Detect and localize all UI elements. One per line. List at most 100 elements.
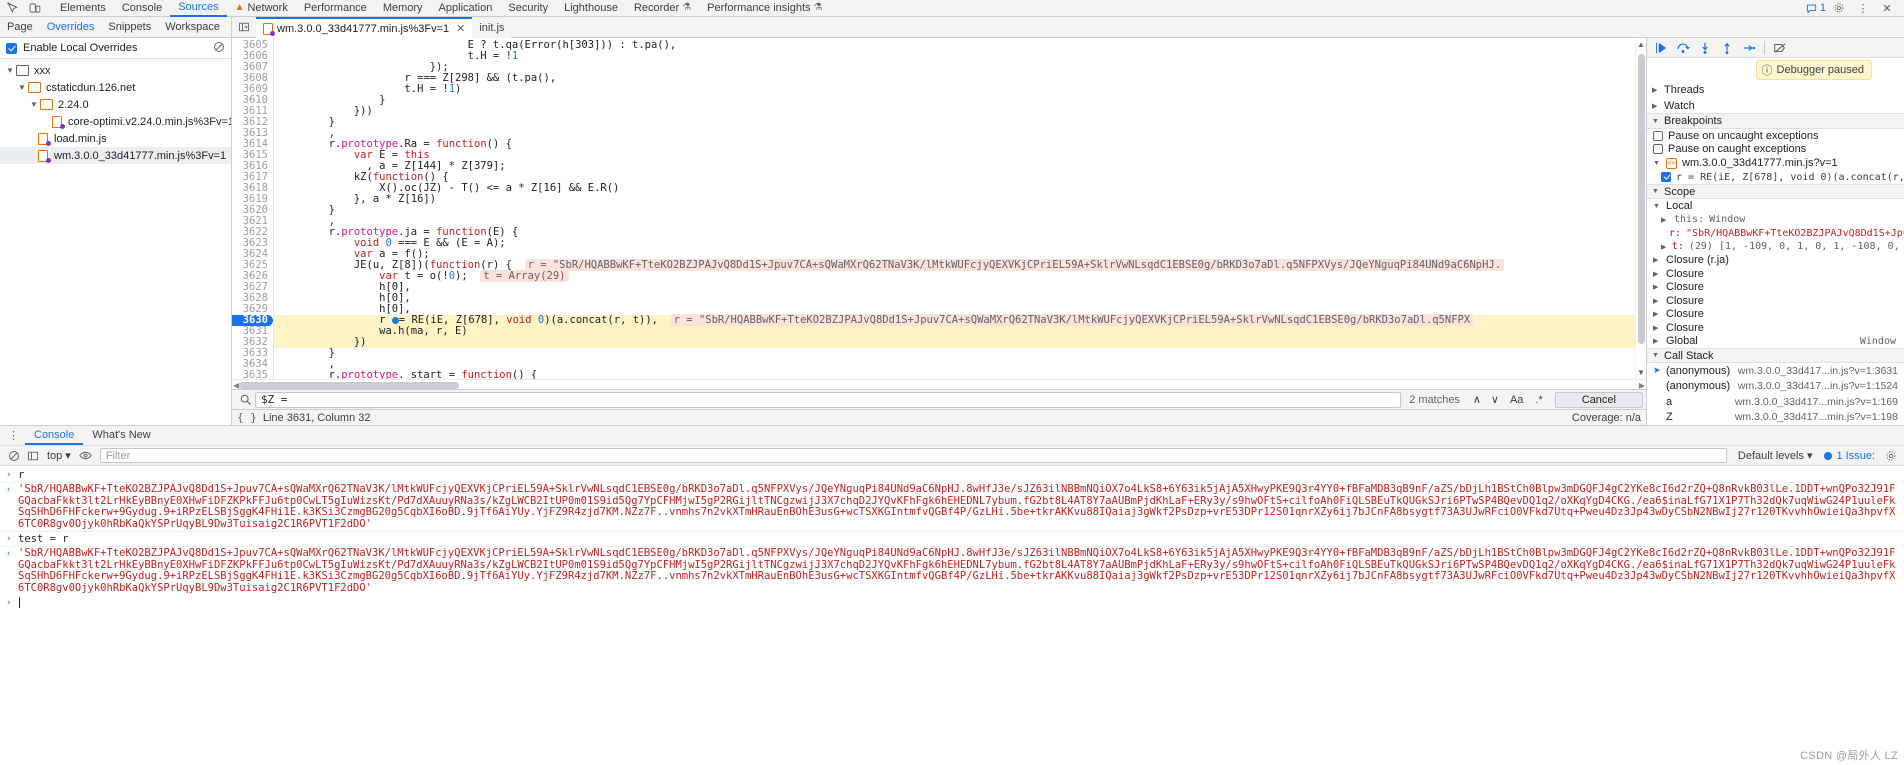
call-stack-frame[interactable]: a wm.3.0.0_33d417...min.js?v=1:169	[1647, 394, 1904, 409]
close-icon[interactable]: ✕	[456, 22, 465, 35]
code-line[interactable]: }, a * Z[16])	[274, 194, 1646, 205]
code-line[interactable]: h[0],	[274, 282, 1646, 293]
regex-toggle[interactable]: .*	[1529, 394, 1548, 406]
code-line[interactable]: r.prototype._start = function() {	[274, 370, 1646, 380]
step-out-button[interactable]	[1717, 39, 1737, 57]
scope-group-closure[interactable]: ▶ Closure	[1647, 280, 1904, 294]
tree-folder-2-24-0[interactable]: ▼ 2.24.0	[0, 96, 231, 113]
scope-prop-this[interactable]: ▶ this: Window	[1647, 213, 1904, 227]
pause-caught-checkbox[interactable]	[1653, 144, 1663, 155]
section-watch[interactable]: ▶ Watch	[1647, 97, 1904, 114]
console-settings-icon[interactable]	[1881, 447, 1900, 464]
scrollbar-thumb[interactable]	[239, 382, 459, 389]
code-line[interactable]: r = RE(iE, Z[678], void 0)(a.concat(r, t…	[274, 314, 1646, 326]
match-case-toggle[interactable]: Aa	[1504, 394, 1529, 406]
search-input[interactable]: $Z =	[255, 391, 1402, 408]
breakpoint-file-row[interactable]: ▼ <> wm.3.0.0_33d41777.min.js?v=1	[1647, 156, 1904, 170]
panel-tab-console[interactable]: Console	[114, 0, 170, 16]
console-message-badge[interactable]: 1	[1806, 2, 1826, 14]
live-expression-icon[interactable]	[76, 447, 95, 464]
subtab-page[interactable]: Page	[0, 17, 40, 37]
code-line[interactable]: r === Z[298] && (t.pa(),	[274, 73, 1646, 84]
drawer-tab-whats-new[interactable]: What's New	[83, 426, 159, 445]
enable-local-overrides-row[interactable]: Enable Local Overrides	[0, 38, 231, 59]
tree-folder-xxx[interactable]: ▼ xxx	[0, 62, 231, 79]
code-line[interactable]: }))	[274, 106, 1646, 117]
tree-file-wm-min-js[interactable]: wm.3.0.0_33d41777.min.js%3Fv=1	[0, 147, 231, 164]
code-line[interactable]: void 0 === E && (E = A);	[274, 238, 1646, 249]
panel-tab-sources[interactable]: Sources	[170, 0, 227, 17]
pause-on-uncaught-exceptions-row[interactable]: Pause on uncaught exceptions	[1647, 129, 1904, 143]
close-icon[interactable]: ✕	[1876, 1, 1898, 16]
drawer-tab-console[interactable]: Console	[25, 426, 84, 445]
cancel-search-button[interactable]: Cancel	[1554, 391, 1643, 408]
code-viewport[interactable]: 3605 3606 3607 3608 3609 3610 3611 3612 3613 3614…	[232, 38, 1646, 379]
search-prev-button[interactable]: ∧	[1468, 393, 1486, 406]
panel-tab-performance-insights[interactable]: Performance insights ⚗	[699, 0, 830, 16]
more-vertical-icon[interactable]: ⋮	[1852, 1, 1874, 16]
code-line[interactable]: }	[274, 117, 1646, 128]
tree-file-load-min-js[interactable]: load.min.js	[0, 130, 231, 147]
enable-local-overrides-checkbox[interactable]	[6, 42, 17, 54]
scroll-right-icon[interactable]: ▶	[1639, 381, 1645, 390]
execution-context-selector[interactable]: top ▾	[42, 449, 76, 463]
code-line[interactable]: }	[274, 205, 1646, 216]
scope-prop-r[interactable]: r: "SbR/HQABBwKF+TteKO2BZJPAJvQ8Dd1S+Jpu…	[1647, 226, 1904, 240]
scope-group-closure[interactable]: ▶ Closure	[1647, 267, 1904, 281]
code-line[interactable]: t.H = !1)	[274, 84, 1646, 95]
panel-tab-network[interactable]: ▲ Network	[227, 0, 296, 16]
show-navigator-icon[interactable]	[232, 17, 256, 37]
scrollbar-thumb[interactable]	[1638, 54, 1645, 344]
editor-vertical-scrollbar[interactable]: ▲ ▼	[1635, 38, 1646, 379]
chevron-down-icon[interactable]: ▼	[28, 100, 40, 109]
pause-uncaught-checkbox[interactable]	[1653, 130, 1663, 141]
file-tab-wm-min-js[interactable]: wm.3.0.0_33d41777.min.js%3Fv=1 ✕	[256, 17, 473, 38]
file-tab-init-js[interactable]: init.js	[472, 17, 512, 38]
panel-tab-memory[interactable]: Memory	[375, 0, 431, 16]
code-line[interactable]: var t = o(!0); t = Array(29)	[274, 270, 1646, 282]
inspect-element-icon[interactable]	[2, 1, 24, 16]
pause-on-caught-exceptions-row[interactable]: Pause on caught exceptions	[1647, 142, 1904, 156]
console-sidebar-icon[interactable]	[23, 447, 42, 464]
chevron-down-icon[interactable]: ▼	[4, 66, 16, 75]
panel-tab-lighthouse[interactable]: Lighthouse	[556, 0, 626, 16]
line-number-breakpoint[interactable]: 3630	[232, 315, 273, 326]
call-stack-frame[interactable]: (anonymous) wm.3.0.0_33d417...in.js?v=1:…	[1647, 379, 1904, 394]
code-line[interactable]: r.prototype.Ra = function() {	[274, 139, 1646, 150]
code-line[interactable]: })	[274, 337, 1646, 348]
clear-configuration-icon[interactable]	[213, 41, 225, 56]
editor-horizontal-scrollbar[interactable]: ◀ ▶	[232, 379, 1646, 390]
panel-tab-application[interactable]: Application	[431, 0, 501, 16]
chevron-down-icon[interactable]: ▼	[16, 83, 28, 92]
call-stack-frame[interactable]: Z wm.3.0.0_33d417...min.js?v=1:198	[1647, 410, 1904, 425]
pretty-print-icon[interactable]: { }	[237, 411, 257, 424]
resume-script-execution-button[interactable]	[1651, 39, 1671, 57]
code-line[interactable]: , a = Z[144] * Z[379];	[274, 161, 1646, 172]
subtab-overrides[interactable]: Overrides	[40, 17, 102, 37]
code-line[interactable]: X().oc(JZ) - T() <= a * Z[16] && E.R()	[274, 183, 1646, 194]
scope-group-global[interactable]: ▶ Global Window	[1647, 334, 1904, 348]
console-filter-input[interactable]: Filter	[99, 448, 1727, 463]
gear-icon[interactable]	[1828, 1, 1850, 16]
code-line[interactable]: h[0],	[274, 293, 1646, 304]
tree-file-core-optimi[interactable]: core-optimi.v2.24.0.min.js%3Fv=1	[0, 113, 231, 130]
line-number[interactable]: 3635	[232, 370, 273, 380]
console-prompt[interactable]: ›	[0, 595, 1904, 610]
console-message-list[interactable]: › r ‹ 'SbR/HQABBwKF+TteKO2BZJPAJvQ8Dd1S+…	[0, 466, 1904, 765]
scroll-up-icon[interactable]: ▲	[1637, 40, 1645, 49]
tree-folder-cstaticdun[interactable]: ▼ cstaticdun.126.net	[0, 79, 231, 96]
step-over-button[interactable]	[1673, 39, 1693, 57]
search-next-button[interactable]: ∨	[1486, 393, 1504, 406]
breakpoint-item-row[interactable]: r = RE(iE, Z[678], void 0)(a.concat(r, t…	[1647, 170, 1904, 184]
panel-tab-elements[interactable]: Elements	[52, 0, 114, 16]
code-lines[interactable]: E ? t.qa(Error(h[303])) : t.pa(), t.H = …	[274, 38, 1646, 379]
step-into-button[interactable]	[1695, 39, 1715, 57]
line-number-gutter[interactable]: 3605 3606 3607 3608 3609 3610 3611 3612 3613 3614…	[232, 38, 274, 379]
console-log-levels-selector[interactable]: Default levels ▾	[1732, 449, 1819, 463]
subtab-snippets[interactable]: Snippets	[101, 17, 158, 37]
console-issues-badge[interactable]: 1 Issue:	[1818, 450, 1881, 462]
code-line[interactable]: }	[274, 95, 1646, 106]
section-call-stack[interactable]: ▼ Call Stack	[1647, 347, 1904, 364]
scope-group-closure[interactable]: ▶ Closure	[1647, 307, 1904, 321]
panel-tab-security[interactable]: Security	[500, 0, 556, 16]
